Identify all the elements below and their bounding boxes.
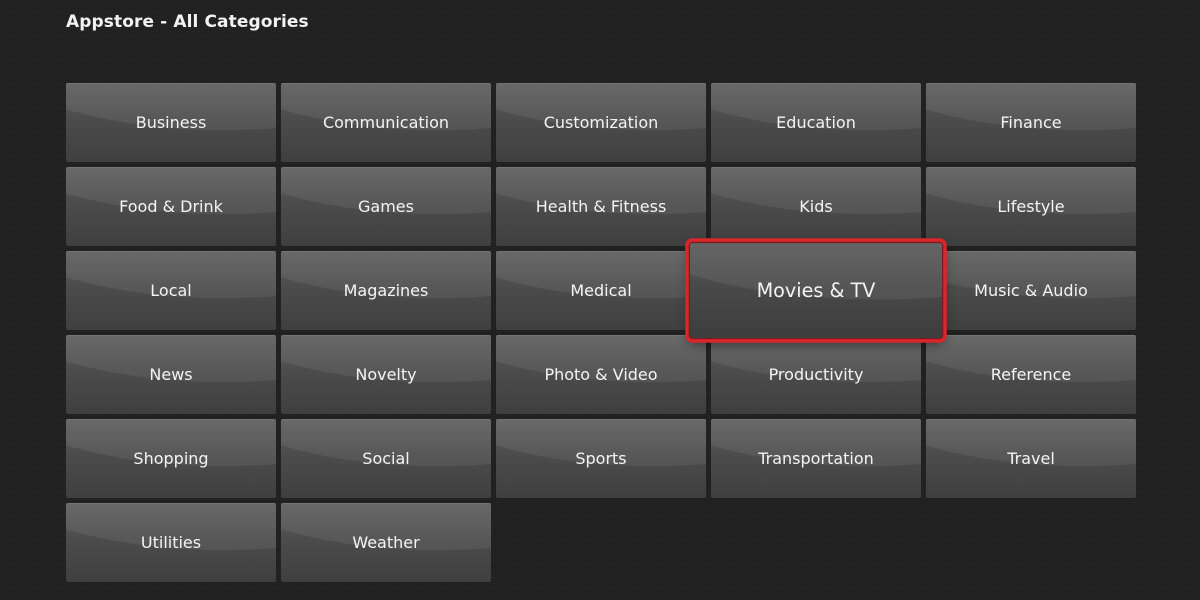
category-tile-health-fitness[interactable]: Health & Fitness bbox=[496, 167, 706, 246]
category-tile-photo-video[interactable]: Photo & Video bbox=[496, 335, 706, 414]
category-tile-magazines[interactable]: Magazines bbox=[281, 251, 491, 330]
category-tile-sports[interactable]: Sports bbox=[496, 419, 706, 498]
category-tile-customization[interactable]: Customization bbox=[496, 83, 706, 162]
category-label: Magazines bbox=[343, 281, 429, 300]
category-tile-utilities[interactable]: Utilities bbox=[66, 503, 276, 582]
category-tile-local[interactable]: Local bbox=[66, 251, 276, 330]
category-tile-games[interactable]: Games bbox=[281, 167, 491, 246]
category-tile-news[interactable]: News bbox=[66, 335, 276, 414]
category-label: Movies & TV bbox=[756, 279, 876, 302]
category-label: Communication bbox=[322, 113, 450, 132]
category-label: Health & Fitness bbox=[535, 197, 667, 216]
category-label: News bbox=[149, 365, 193, 384]
category-label: Weather bbox=[352, 533, 420, 552]
category-label: Kids bbox=[799, 197, 833, 216]
category-label: Finance bbox=[1000, 113, 1062, 132]
category-tile-finance[interactable]: Finance bbox=[926, 83, 1136, 162]
category-tile-kids[interactable]: Kids bbox=[711, 167, 921, 246]
category-label: Music & Audio bbox=[974, 281, 1088, 300]
category-label: Transportation bbox=[758, 449, 874, 468]
category-tile-music-audio[interactable]: Music & Audio bbox=[926, 251, 1136, 330]
category-label: Games bbox=[358, 197, 414, 216]
category-tile-travel[interactable]: Travel bbox=[926, 419, 1136, 498]
category-tile-movies-tv[interactable]: Movies & TV bbox=[685, 238, 947, 343]
category-label: Reference bbox=[990, 365, 1072, 384]
page-title: Appstore - All Categories bbox=[66, 12, 309, 32]
category-grid: Business Communication Customization Edu… bbox=[66, 83, 1136, 582]
category-label: Novelty bbox=[355, 365, 417, 384]
category-label: Food & Drink bbox=[119, 197, 223, 216]
category-tile-transportation[interactable]: Transportation bbox=[711, 419, 921, 498]
category-tile-education[interactable]: Education bbox=[711, 83, 921, 162]
category-label: Medical bbox=[570, 281, 632, 300]
category-tile-weather[interactable]: Weather bbox=[281, 503, 491, 582]
category-label: Shopping bbox=[133, 449, 209, 468]
category-tile-medical[interactable]: Medical bbox=[496, 251, 706, 330]
category-tile-reference[interactable]: Reference bbox=[926, 335, 1136, 414]
category-tile-social[interactable]: Social bbox=[281, 419, 491, 498]
category-label: Social bbox=[362, 449, 410, 468]
category-label: Lifestyle bbox=[997, 197, 1065, 216]
category-tile-novelty[interactable]: Novelty bbox=[281, 335, 491, 414]
category-tile-lifestyle[interactable]: Lifestyle bbox=[926, 167, 1136, 246]
category-label: Local bbox=[150, 281, 192, 300]
category-label: Productivity bbox=[768, 365, 864, 384]
category-tile-shopping[interactable]: Shopping bbox=[66, 419, 276, 498]
category-tile-business[interactable]: Business bbox=[66, 83, 276, 162]
category-tile-food-drink[interactable]: Food & Drink bbox=[66, 167, 276, 246]
category-label: Customization bbox=[543, 113, 659, 132]
category-tile-productivity[interactable]: Productivity bbox=[711, 335, 921, 414]
category-tile-communication[interactable]: Communication bbox=[281, 83, 491, 162]
category-label: Photo & Video bbox=[544, 365, 658, 384]
category-label: Business bbox=[135, 113, 207, 132]
category-label: Sports bbox=[575, 449, 627, 468]
category-label: Education bbox=[776, 113, 856, 132]
category-label: Travel bbox=[1007, 449, 1055, 468]
category-label: Utilities bbox=[140, 533, 202, 552]
